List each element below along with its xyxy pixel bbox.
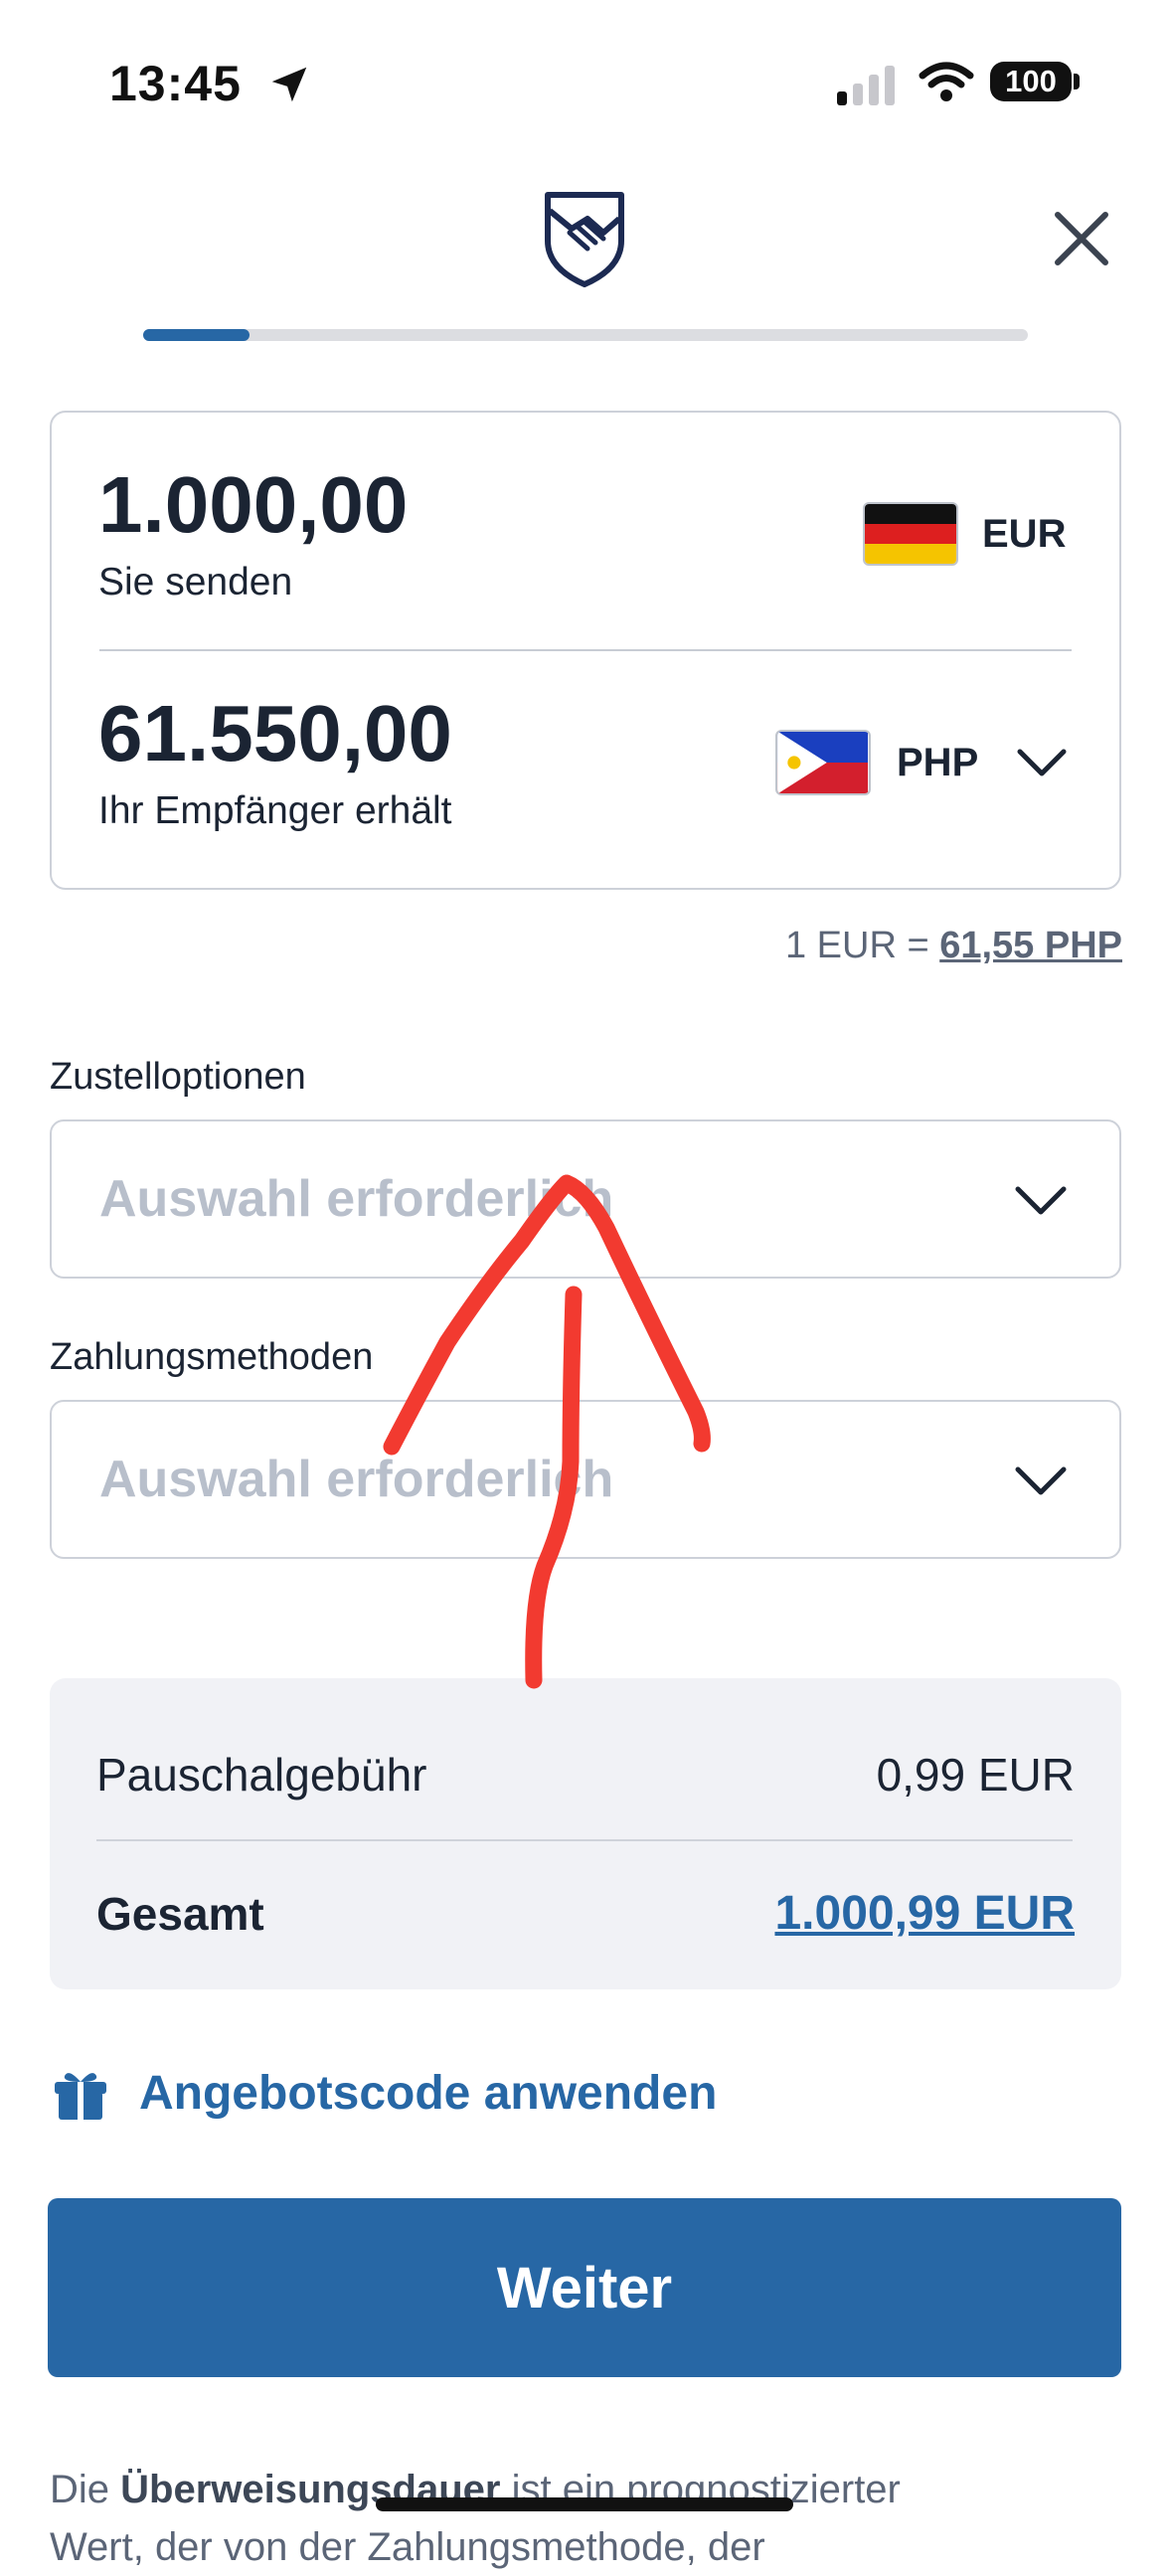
germany-flag-icon (863, 502, 958, 566)
continue-button[interactable]: Weiter (48, 2198, 1121, 2377)
send-label: Sie senden (98, 561, 293, 603)
payment-label: Zahlungsmethoden (50, 1336, 374, 1378)
philippines-flag-icon (775, 730, 871, 795)
chevron-down-icon[interactable] (1016, 748, 1068, 777)
gift-icon (55, 2073, 106, 2120)
wifi-icon (919, 62, 974, 101)
progress-track (143, 329, 1028, 341)
chevron-down-icon (1015, 1186, 1067, 1215)
chevron-down-icon (1015, 1466, 1067, 1495)
rate-prefix: 1 EUR = (784, 925, 940, 966)
total-label: Gesamt (96, 1888, 264, 1940)
delivery-placeholder: Auswahl erforderlich (99, 1170, 614, 1228)
exchange-rate: 1 EUR = 61,55 PHP (785, 925, 1122, 967)
battery-tip (1074, 74, 1080, 89)
rate-link[interactable]: 61,55 PHP (939, 925, 1122, 966)
send-amount[interactable]: 1.000,00 (98, 459, 408, 551)
location-arrow-icon (271, 67, 307, 102)
card-divider (99, 649, 1072, 651)
battery-indicator: 100 (990, 62, 1072, 101)
summary-divider (96, 1839, 1073, 1841)
send-currency[interactable]: EUR (982, 512, 1066, 557)
receive-currency[interactable]: PHP (897, 741, 978, 785)
status-time: 13:45 (109, 56, 242, 111)
progress-fill (143, 329, 250, 341)
payment-placeholder: Auswahl erforderlich (99, 1451, 614, 1508)
home-indicator (376, 2497, 793, 2511)
promo-code-link[interactable]: Angebotscode anwenden (139, 2066, 717, 2121)
close-icon[interactable] (1052, 209, 1111, 268)
transfer-duration-note: Die Überweisungsdauer ist ein prognostiz… (50, 2468, 901, 2569)
fee-summary (50, 1678, 1121, 1989)
receive-amount[interactable]: 61.550,00 (98, 688, 452, 779)
receive-label: Ihr Empfänger erhält (98, 789, 452, 832)
fee-value: 0,99 EUR (876, 1749, 1075, 1801)
fee-label: Pauschalgebühr (96, 1749, 427, 1801)
delivery-label: Zustelloptionen (50, 1056, 306, 1098)
signal-icon (837, 66, 895, 105)
total-value-link[interactable]: 1.000,99 EUR (774, 1886, 1075, 1941)
handshake-shield-logo (545, 192, 624, 287)
